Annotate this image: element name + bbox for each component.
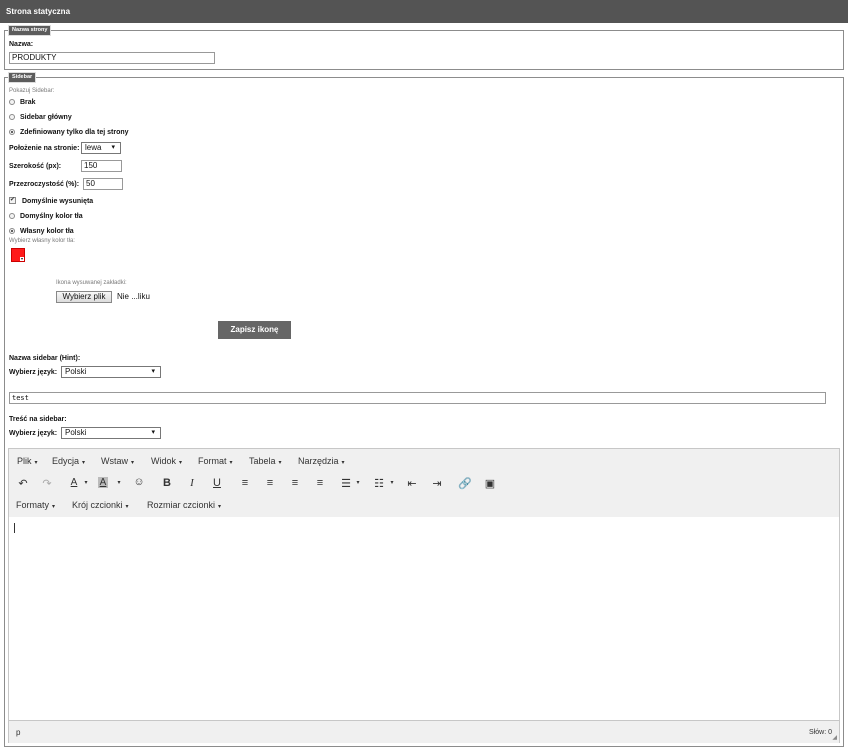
- word-count: Słów: 0: [809, 729, 832, 736]
- radio-main-sidebar-label: Sidebar główny: [20, 114, 72, 121]
- sidebar-legend: Sidebar: [8, 72, 37, 83]
- name-label: Nazwa:: [9, 41, 34, 48]
- save-icon-button[interactable]: Zapisz ikonę: [218, 321, 291, 339]
- rich-text-editor: Plik ▾ Edycja ▾ Wstaw ▾ Widok ▾ Format ▾ Tabe…: [8, 448, 840, 743]
- resize-handle-icon[interactable]: ◢: [832, 734, 837, 741]
- background-color-icon[interactable]: A: [98, 477, 108, 488]
- text-color-dropdown-icon[interactable]: ▾: [82, 479, 90, 486]
- link-icon[interactable]: 🔗: [458, 477, 472, 490]
- opacity-label: Przezroczystość (%):: [9, 181, 80, 188]
- expanded-checkbox[interactable]: ✔: [9, 197, 16, 204]
- editor-content[interactable]: [9, 517, 839, 720]
- hint-language-label: Wybierz język:: [9, 369, 58, 376]
- width-input[interactable]: 150: [81, 160, 122, 172]
- show-sidebar-label: Pokazuj Sidebar:: [9, 88, 55, 94]
- choose-color-label: Wybierz własny kolor tła:: [9, 238, 75, 244]
- file-status: Nie ...liku: [117, 292, 150, 301]
- hint-textarea[interactable]: test: [9, 392, 826, 404]
- element-path[interactable]: p: [16, 728, 20, 737]
- underline-icon[interactable]: U: [210, 477, 224, 489]
- outdent-icon[interactable]: ⇤: [405, 477, 419, 490]
- hint-label: Nazwa sidebar (Hint):: [9, 355, 81, 362]
- radio-none-label: Brak: [20, 99, 36, 106]
- content-label: Treść na sidebar:: [9, 416, 67, 423]
- redo-icon[interactable]: ↷: [40, 477, 54, 490]
- choose-file-button[interactable]: Wybierz plik: [56, 291, 112, 303]
- radio-custom-sidebar-label: Zdefiniowany tylko dla tej strony: [20, 129, 129, 136]
- text-cursor: [14, 523, 15, 533]
- position-label: Położenie na stronie:: [9, 145, 80, 152]
- menu-table[interactable]: Tabela ▾: [249, 456, 282, 466]
- hint-language-select[interactable]: Polski: [61, 366, 161, 378]
- name-legend: Nazwa strony: [8, 25, 52, 36]
- opacity-input[interactable]: 50: [83, 178, 123, 190]
- align-justify-icon[interactable]: ≡: [313, 477, 327, 489]
- align-left-icon[interactable]: ≡: [238, 477, 252, 489]
- menu-formats[interactable]: Formaty ▾: [16, 500, 55, 510]
- italic-icon[interactable]: I: [185, 477, 199, 489]
- position-select[interactable]: lewa: [81, 142, 121, 154]
- radio-default-bg[interactable]: [9, 213, 15, 219]
- radio-main-sidebar[interactable]: [9, 114, 15, 120]
- radio-custom-bg[interactable]: [9, 228, 15, 234]
- menu-file[interactable]: Plik ▾: [17, 456, 38, 466]
- numbered-list-icon[interactable]: ☷: [372, 477, 386, 490]
- name-input[interactable]: PRODUKTY: [9, 52, 215, 64]
- background-color-dropdown-icon[interactable]: ▾: [115, 479, 123, 486]
- radio-custom-sidebar[interactable]: [9, 129, 15, 135]
- editor-status-bar: p Słów: 0 ◢: [9, 720, 839, 743]
- radio-default-bg-label: Domyślny kolor tła: [20, 213, 83, 220]
- bullet-list-dropdown-icon[interactable]: ▾: [354, 479, 362, 486]
- expanded-label: Domyślnie wysunięta: [22, 198, 94, 205]
- color-swatch[interactable]: ▾: [11, 248, 25, 262]
- page-header: Strona statyczna: [0, 0, 848, 23]
- menu-insert[interactable]: Wstaw ▾: [101, 456, 134, 466]
- numbered-list-dropdown-icon[interactable]: ▾: [388, 479, 396, 486]
- menu-view[interactable]: Widok ▾: [151, 456, 182, 466]
- bold-icon[interactable]: B: [160, 477, 174, 489]
- tab-icon-label: Ikona wysuwanej zakładki:: [56, 280, 127, 286]
- menu-font-size[interactable]: Rozmiar czcionki ▾: [147, 500, 221, 510]
- page-title: Strona statyczna: [6, 7, 71, 16]
- menu-format[interactable]: Format ▾: [198, 456, 233, 466]
- menu-tools[interactable]: Narzędzia ▾: [298, 456, 345, 466]
- width-label: Szerokość (px):: [9, 163, 62, 170]
- align-center-icon[interactable]: ≡: [263, 477, 277, 489]
- color-picker-indicator-icon: ▾: [20, 256, 24, 261]
- name-fieldset: Nazwa strony Nazwa: PRODUKTY: [4, 25, 844, 70]
- menu-edit[interactable]: Edycja ▾: [52, 456, 85, 466]
- content-language-select[interactable]: Polski: [61, 427, 161, 439]
- editor-toolbar: Plik ▾ Edycja ▾ Wstaw ▾ Widok ▾ Format ▾ Tabe…: [9, 449, 839, 518]
- emoticon-icon[interactable]: ☺: [132, 476, 146, 488]
- text-color-icon[interactable]: A: [67, 477, 81, 488]
- radio-custom-bg-label: Własny kolor tła: [20, 228, 74, 235]
- indent-icon[interactable]: ⇥: [430, 477, 444, 490]
- radio-none[interactable]: [9, 99, 15, 105]
- align-right-icon[interactable]: ≡: [288, 477, 302, 489]
- bullet-list-icon[interactable]: ☰: [339, 477, 353, 490]
- image-icon[interactable]: ▣: [483, 477, 497, 490]
- content-language-label: Wybierz język:: [9, 430, 58, 437]
- menu-font-family[interactable]: Krój czcionki ▾: [72, 500, 129, 510]
- undo-icon[interactable]: ↶: [16, 477, 30, 490]
